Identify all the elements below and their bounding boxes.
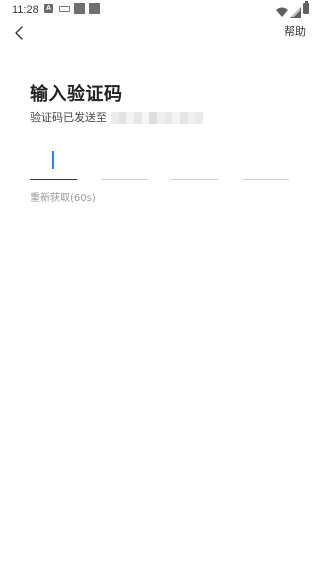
input-underline xyxy=(242,179,289,180)
battery-icon xyxy=(303,1,309,14)
keyboard-icon xyxy=(59,6,70,12)
page-title: 输入验证码 xyxy=(30,84,123,105)
back-button[interactable] xyxy=(8,22,30,44)
app-square-icon xyxy=(74,3,85,14)
resend-code-countdown: 重新获取(60s) xyxy=(30,193,96,204)
a-badge-icon: A xyxy=(44,4,53,13)
app-square-icon xyxy=(89,3,100,14)
subtitle-text: 验证码已发送至 xyxy=(30,111,107,124)
cellular-signal-icon xyxy=(290,3,301,22)
code-input-3[interactable] xyxy=(171,148,218,180)
input-underline xyxy=(30,178,77,180)
input-underline xyxy=(101,179,148,180)
code-input-2[interactable] xyxy=(101,148,148,180)
code-input-1[interactable] xyxy=(30,148,77,180)
code-input-4[interactable] xyxy=(242,148,289,180)
subtitle-row: 验证码已发送至 xyxy=(30,110,204,126)
input-underline xyxy=(171,179,218,180)
chevron-left-icon xyxy=(15,26,23,40)
status-bar: 11:28 A xyxy=(0,0,320,20)
text-caret xyxy=(52,151,54,169)
status-time: 11:28 xyxy=(12,4,39,16)
masked-phone-number xyxy=(111,112,204,124)
wifi-icon xyxy=(276,3,288,22)
help-button[interactable]: 帮助 xyxy=(284,24,306,40)
